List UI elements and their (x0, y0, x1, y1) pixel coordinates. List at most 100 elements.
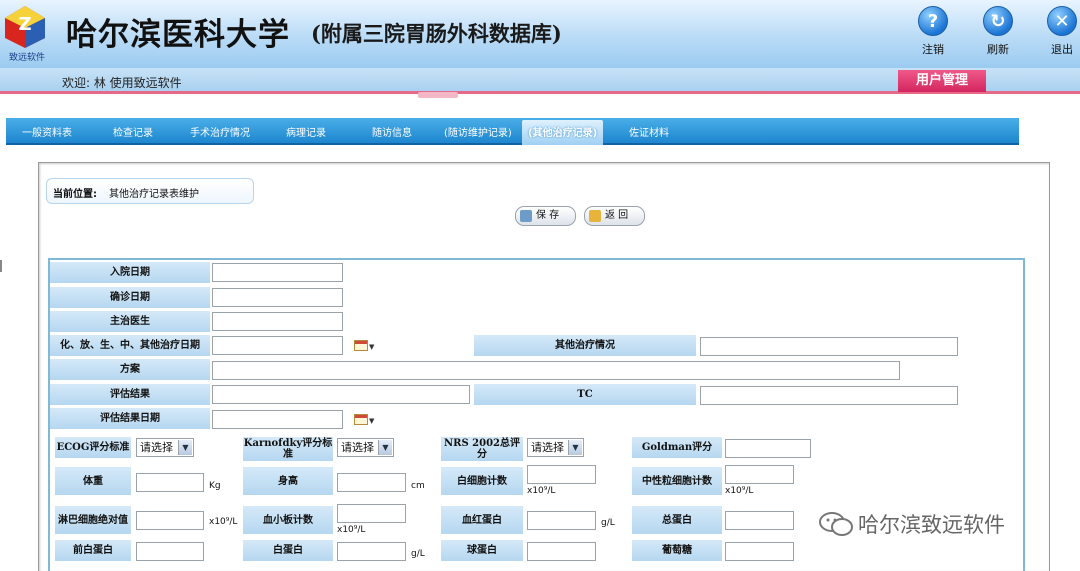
tab-pathology[interactable]: 病理记录 (286, 124, 326, 139)
platelet-unit: x10⁹/L (337, 525, 366, 535)
ecog-select[interactable]: 请选择 ▼ (136, 438, 194, 457)
treatment-date-input[interactable] (212, 336, 343, 355)
hemoglobin-label: 血红蛋白 (441, 506, 523, 534)
height-label: 身高 (243, 467, 333, 495)
calendar-icon (354, 414, 368, 425)
albumin-input[interactable] (337, 542, 406, 561)
tab-exam-records[interactable]: 检查记录 (113, 124, 153, 139)
platelet-label: 血小板计数 (243, 506, 333, 534)
weight-unit: Kg (209, 481, 221, 491)
wbc-input[interactable] (527, 465, 596, 484)
karnofsky-select[interactable]: 请选择 ▼ (337, 438, 394, 457)
question-icon: ? (918, 6, 948, 36)
nrs-select-value: 请选择 (531, 441, 564, 454)
total-protein-input[interactable] (725, 511, 794, 530)
admit-date-input[interactable] (212, 263, 343, 282)
welcome-text: 欢迎: 林 使用致远软件 (62, 76, 182, 90)
logout-button[interactable]: ? 注销 (913, 6, 953, 57)
svg-text:Z: Z (18, 14, 31, 35)
globulin-label: 球蛋白 (441, 540, 523, 561)
refresh-button[interactable]: ↻ 刷新 (978, 6, 1018, 57)
scroll-edge (0, 260, 2, 272)
refresh-label: 刷新 (987, 43, 1009, 56)
save-button[interactable]: 保 存 (515, 206, 576, 226)
glucose-input[interactable] (725, 542, 794, 561)
exit-label: 退出 (1051, 43, 1073, 56)
karnofsky-label: Karnofdky评分标准 (243, 437, 333, 461)
albumin-label: 白蛋白 (243, 540, 333, 561)
other-treatment-input[interactable] (700, 337, 958, 356)
breadcrumb-location: 其他治疗记录表维护 (109, 189, 199, 200)
refresh-icon: ↻ (983, 6, 1013, 36)
tab-other-treatment[interactable]: (其他治疗记录) (522, 120, 604, 145)
ecog-label: ECOG评分标准 (55, 437, 131, 458)
chevron-down-icon: ▼ (568, 440, 582, 455)
welcome-bar: 欢迎: 林 使用致远软件 用户管理 (0, 68, 1080, 94)
user-management-button[interactable]: 用户管理 (898, 70, 986, 92)
albumin-unit: g/L (411, 549, 425, 559)
plan-label: 方案 (50, 359, 210, 380)
goldman-input[interactable] (725, 439, 811, 458)
eval-date-picker[interactable]: ▼ (354, 413, 376, 427)
treatment-date-picker[interactable]: ▼ (354, 339, 376, 353)
hemoglobin-input[interactable] (527, 511, 596, 530)
diagnosis-date-input[interactable] (212, 288, 343, 307)
nrs-select[interactable]: 请选择 ▼ (527, 438, 584, 457)
tab-followup-info[interactable]: 随访信息 (372, 124, 412, 139)
app-header: Z 致远软件 哈尔滨医科大学 (附属三院胃肠外科数据库) ? 注销 ↻ 刷新 ✕… (0, 0, 1080, 68)
weight-input[interactable] (136, 473, 204, 492)
diagnosis-date-label: 确诊日期 (50, 287, 210, 308)
height-input[interactable] (337, 473, 406, 492)
neutrophil-input[interactable] (725, 465, 794, 484)
attending-doctor-label: 主治医生 (50, 311, 210, 332)
breadcrumb-prefix: 当前位置: (53, 189, 97, 200)
tc-label: TC (474, 384, 696, 405)
dropdown-icon: ▼ (369, 343, 375, 351)
neutrophil-unit: x10⁹/L (725, 486, 754, 496)
prealbumin-input[interactable] (136, 542, 204, 561)
back-label: 返 回 (605, 210, 629, 221)
eval-date-input[interactable] (212, 410, 343, 429)
app-title: 哈尔滨医科大学 (66, 17, 290, 53)
platelet-input[interactable] (337, 504, 406, 523)
back-icon (589, 210, 601, 222)
height-unit: cm (411, 481, 425, 491)
chevron-down-icon: ▼ (378, 440, 392, 455)
wbc-label: 白细胞计数 (441, 467, 523, 495)
chevron-down-icon: ▼ (178, 440, 192, 455)
admit-date-label: 入院日期 (50, 262, 210, 283)
prealbumin-label: 前白蛋白 (55, 540, 131, 561)
watermark-text: 哈尔滨致远软件 (858, 513, 1005, 537)
hemoglobin-unit: g/L (601, 518, 615, 528)
tab-general-info[interactable]: 一般资料表 (22, 124, 72, 139)
close-icon: ✕ (1047, 6, 1077, 36)
exit-button[interactable]: ✕ 退出 (1042, 6, 1080, 57)
tab-bar: 一般资料表 检查记录 手术治疗情况 病理记录 随访信息 (随访维护记录) (其他… (6, 118, 1019, 145)
eval-result-input[interactable] (212, 385, 470, 404)
wechat-icon (818, 510, 854, 538)
lymph-input[interactable] (136, 511, 204, 530)
ecog-select-value: 请选择 (140, 441, 173, 454)
logo-caption: 致远软件 (8, 53, 45, 63)
tab-followup-maintenance[interactable]: (随访维护记录) (444, 124, 512, 139)
globulin-input[interactable] (527, 542, 596, 561)
other-treatment-label: 其他治疗情况 (474, 335, 696, 356)
plan-input[interactable] (212, 361, 900, 380)
tab-surgery[interactable]: 手术治疗情况 (190, 124, 250, 139)
tc-input[interactable] (700, 386, 958, 405)
total-protein-label: 总蛋白 (632, 506, 722, 534)
collapse-handle[interactable] (418, 92, 458, 98)
weight-label: 体重 (55, 467, 131, 495)
calendar-icon (354, 340, 368, 351)
lymph-unit: x10⁹/L (209, 517, 238, 527)
tab-evidence[interactable]: 佐证材料 (629, 124, 669, 139)
treatment-date-label: 化、放、生、中、其他治疗日期 (50, 335, 210, 356)
dropdown-icon: ▼ (369, 417, 375, 425)
nrs-label: NRS 2002总评分 (441, 437, 523, 461)
karnofsky-select-value: 请选择 (341, 441, 374, 454)
wbc-unit: x10⁹/L (527, 486, 556, 496)
attending-doctor-input[interactable] (212, 312, 343, 331)
breadcrumb: 当前位置: 其他治疗记录表维护 (46, 178, 254, 204)
eval-date-label: 评估结果日期 (50, 408, 210, 429)
back-button[interactable]: 返 回 (584, 206, 645, 226)
